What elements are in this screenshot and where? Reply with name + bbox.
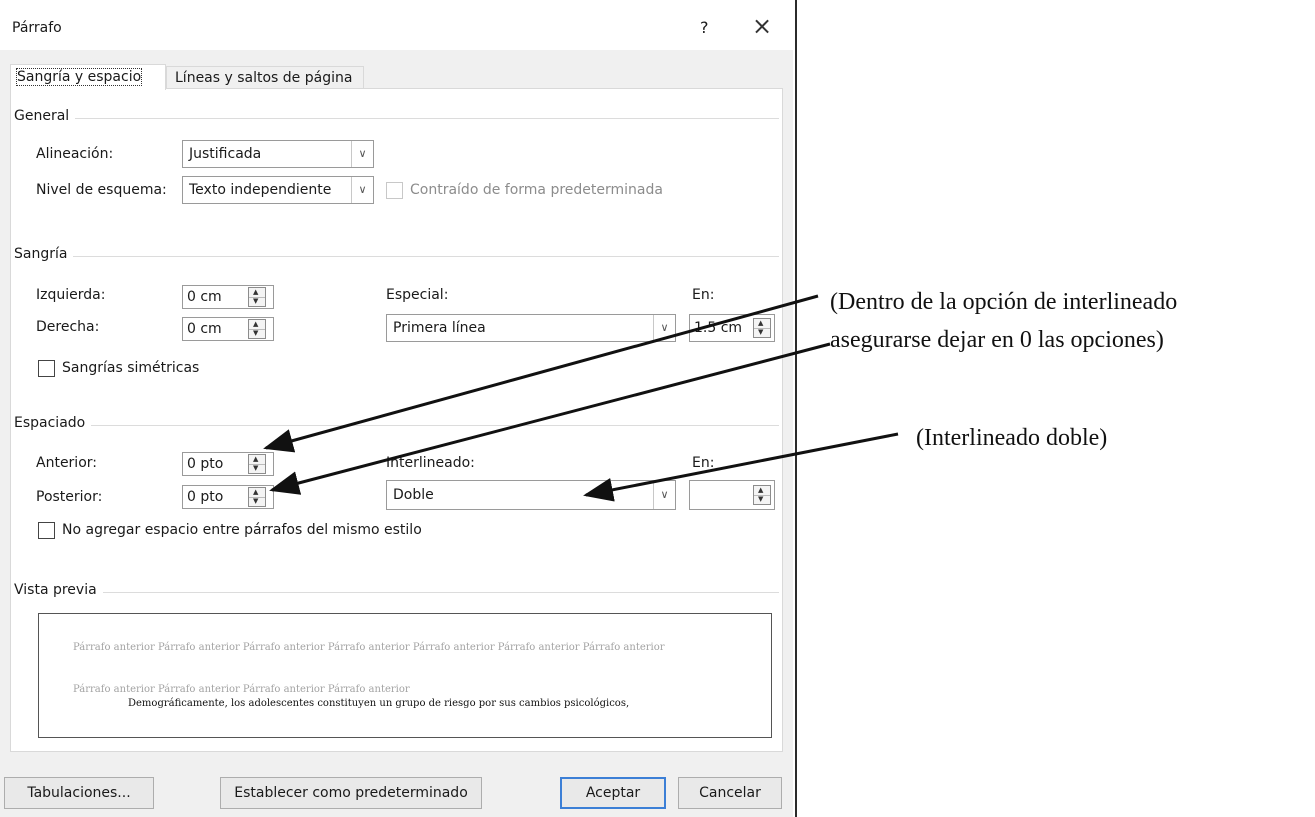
annotation-note-1-line-2: asegurarse dejar en 0 las opciones) <box>830 327 1164 353</box>
arrow-to-anterior <box>263 294 819 453</box>
arrow-to-interlineado <box>583 432 899 502</box>
annotation-note-1-line-1: (Dentro de la opción de interlineado <box>830 289 1178 315</box>
annotation-arrows <box>263 294 899 502</box>
annotation-note-2: (Interlineado doble) <box>916 425 1108 451</box>
arrow-to-posterior <box>269 342 831 495</box>
